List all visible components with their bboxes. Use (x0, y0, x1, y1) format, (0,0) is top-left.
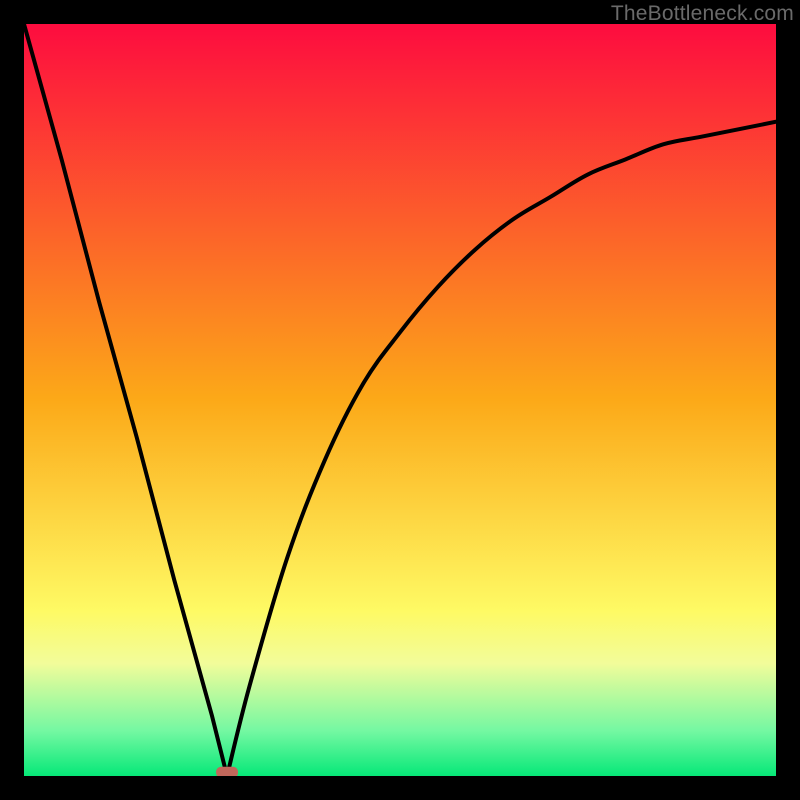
gradient-background (24, 24, 776, 776)
chart-frame (24, 24, 776, 776)
chart-svg (24, 24, 776, 776)
watermark-text: TheBottleneck.com (611, 2, 794, 26)
minimum-marker (216, 767, 238, 776)
